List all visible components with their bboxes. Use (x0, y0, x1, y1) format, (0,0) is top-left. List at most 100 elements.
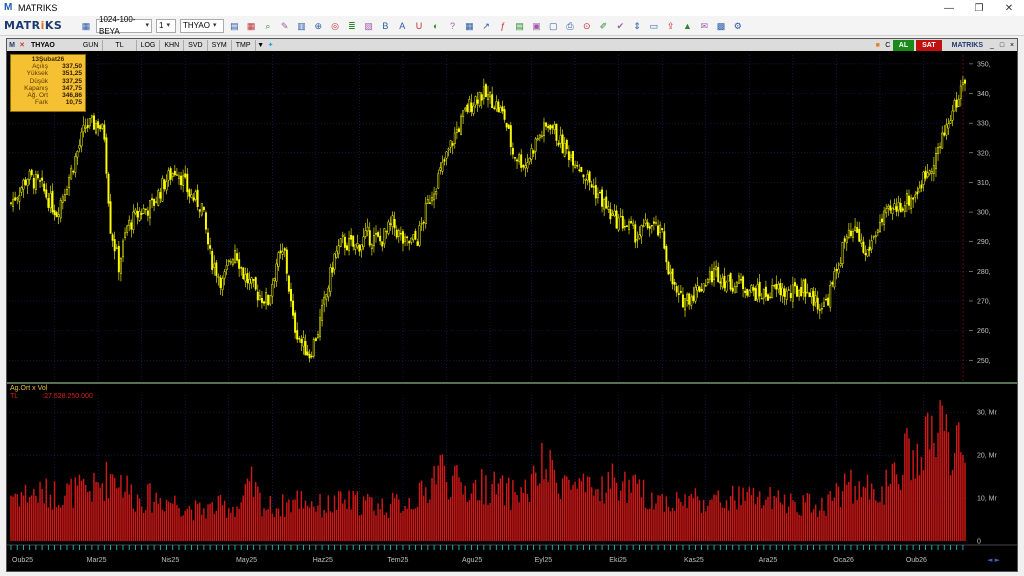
candle-body (431, 197, 433, 202)
scale-icon[interactable]: ⇕ (632, 21, 642, 31)
volume-bar (292, 499, 294, 541)
draw-icon[interactable]: ✎ (280, 21, 290, 31)
sell-button[interactable]: SAT (916, 39, 942, 51)
symbol-select[interactable]: THYAO ▾ (180, 18, 224, 33)
candle-body (231, 259, 234, 265)
volume-bar (205, 518, 207, 541)
candle-body (837, 268, 840, 274)
candle-body (306, 351, 309, 356)
bar-chart-icon[interactable]: ▥ (297, 21, 307, 31)
search-icon[interactable]: ⌕ (263, 21, 273, 31)
window-titlebar: M MATRIKS — ❐ ✕ (0, 0, 1024, 16)
candle-body (134, 209, 137, 214)
text-icon[interactable]: A (397, 21, 407, 31)
volume-bar (744, 500, 746, 541)
volume-bar (263, 508, 265, 541)
help-icon[interactable]: ? (448, 21, 458, 31)
settings-icon[interactable]: ⚙ (733, 21, 743, 31)
close-chart-icon[interactable]: ✕ (17, 41, 27, 49)
candle-body (97, 121, 100, 129)
trend-icon[interactable]: ↗ (481, 21, 491, 31)
list-icon[interactable]: ≣ (347, 21, 357, 31)
tab-gun[interactable]: GUN (79, 39, 104, 51)
mail-icon[interactable]: ✉ (699, 21, 709, 31)
volume-bar (107, 498, 110, 541)
tab-log[interactable]: LOG (137, 39, 161, 51)
volume-bar (667, 506, 670, 541)
candle-body (937, 147, 940, 154)
template-select[interactable]: 1024-100-BEYA ▾ (96, 15, 152, 36)
volume-bar (615, 482, 618, 541)
tab-svd[interactable]: SVD (184, 39, 208, 51)
layout-icon[interactable]: ▣ (531, 21, 541, 31)
candle-body (553, 124, 556, 130)
notes-icon[interactable]: ✐ (599, 21, 609, 31)
tab-tmp[interactable]: TMP (232, 39, 256, 51)
tab-tl[interactable]: TL (103, 39, 137, 51)
c-button[interactable]: C (883, 42, 893, 49)
volume-bar (151, 512, 153, 541)
candle-body (501, 106, 504, 112)
volume-bar (51, 509, 54, 541)
maximize-chart-icon[interactable]: □ (997, 42, 1007, 49)
zoom-icon[interactable]: ⊙ (582, 21, 592, 31)
volume-bar (825, 515, 827, 541)
candle-body (657, 225, 660, 236)
volume-bar (964, 462, 966, 541)
add-icon[interactable]: ⊕ (313, 21, 323, 31)
info-row: Kapanış 347,75 (14, 85, 82, 92)
indicator-icon[interactable]: ▧ (364, 21, 374, 31)
price-tick-label: 280, (977, 269, 991, 276)
candle-body (439, 167, 442, 171)
table-icon[interactable]: ▦ (464, 21, 474, 31)
candle-body (209, 245, 212, 249)
candle-body (350, 235, 353, 240)
underline-icon[interactable]: U (414, 21, 424, 31)
check-icon[interactable]: ✔ (615, 21, 625, 31)
candle-body (611, 213, 614, 216)
candle-body (404, 236, 407, 242)
save-icon[interactable]: ▤ (229, 21, 239, 31)
candle-body (939, 146, 942, 149)
circle-icon[interactable]: ◎ (330, 21, 340, 31)
alert-icon[interactable]: ▲ (682, 21, 692, 31)
candle-body (61, 196, 64, 203)
data-icon[interactable]: ▤ (515, 21, 525, 31)
grid-icon[interactable]: ▦ (246, 21, 256, 31)
tab-khn[interactable]: KHN (160, 39, 185, 51)
candle-body (559, 135, 562, 144)
minimize-chart-icon[interactable]: _ (987, 42, 997, 49)
screen-icon[interactable]: ▢ (548, 21, 558, 31)
candle-body (897, 202, 900, 211)
volume-bar (213, 513, 215, 541)
compare-icon[interactable]: ◐ (431, 21, 441, 31)
tab-sym[interactable]: SYM (208, 39, 232, 51)
dropdown-icon[interactable]: ▼ (256, 42, 266, 49)
candle-body (86, 125, 89, 128)
maximize-button[interactable]: ❐ (964, 0, 994, 16)
buy-button[interactable]: AL (892, 39, 915, 51)
count-select[interactable]: 1 ▾ (156, 18, 176, 33)
volume-bar (553, 469, 556, 541)
export-icon[interactable]: ⇪ (666, 21, 676, 31)
price-chart[interactable]: 250, 260, 270, 280, 290, 300, 310, 320, 330, 340,… (7, 51, 1017, 571)
twitter-icon[interactable]: ✦ (266, 41, 276, 49)
volume-bar (690, 493, 692, 541)
function-icon[interactable]: ƒ (498, 21, 508, 31)
volume-bar (313, 506, 315, 541)
lock-icon[interactable]: ■ (873, 42, 883, 49)
layout-icon[interactable]: ▦ (81, 21, 91, 31)
volume-bar (435, 484, 437, 541)
close-chart-window-icon[interactable]: × (1007, 42, 1017, 49)
minimize-button[interactable]: — (934, 0, 964, 16)
calc-icon[interactable]: ▩ (716, 21, 726, 31)
main-toolbar: MATRiKS ▦ 1024-100-BEYA ▾ 1 ▾ THYAO ▾ ▤ ▦ ⌕ ✎ ▥… (0, 15, 1024, 36)
volume-bar (644, 507, 647, 541)
close-button[interactable]: ✕ (994, 0, 1024, 16)
bold-icon[interactable]: B (380, 21, 390, 31)
volume-bar (304, 500, 307, 541)
volume-indicator-value: TL:27.528.250.000 (10, 393, 93, 400)
print-icon[interactable]: ⎙ (565, 21, 575, 31)
select-icon[interactable]: ▭ (649, 21, 659, 31)
time-axis-label: Eki25 (609, 557, 627, 564)
